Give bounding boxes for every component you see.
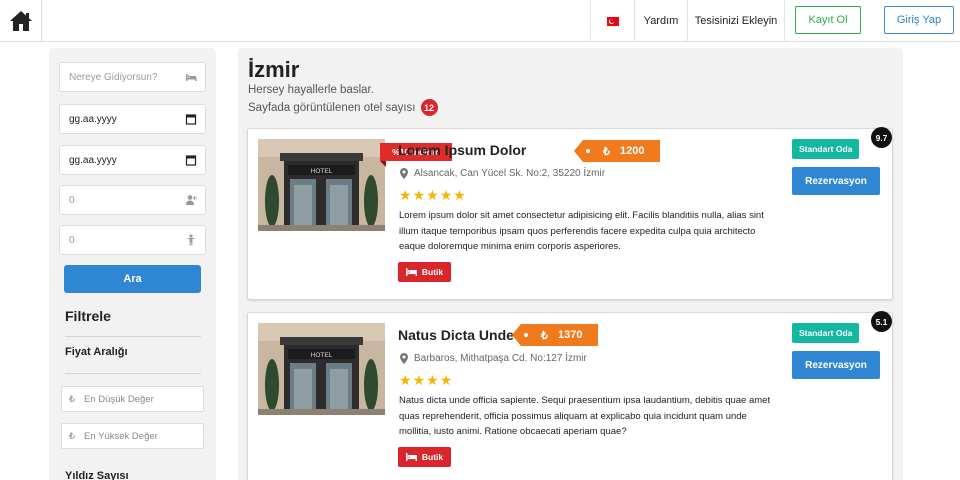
hotel-type-label: Butik — [421, 452, 444, 462]
destination-placeholder: Nereye Gidiyorsun? — [69, 71, 158, 83]
children-input[interactable]: 0 — [59, 225, 206, 255]
home-button[interactable] — [0, 0, 42, 42]
hotel-card[interactable]: HOTEL Natus Dicta Unde ₺ 1370 Barbaros, … — [247, 311, 893, 480]
bed-icon — [405, 453, 417, 461]
divider — [65, 373, 201, 374]
min-price-input[interactable]: ₺ En Düşük Değer — [61, 386, 204, 412]
children-value: 0 — [69, 234, 75, 246]
star-icon: ★ — [453, 187, 466, 203]
star-rating: ★ ★ ★ ★ ★ — [399, 188, 467, 202]
hotel-description: Lorem ipsum dolor sit amet consectetur a… — [399, 210, 764, 252]
max-price-input[interactable]: ₺ En Yüksek Değer — [61, 423, 204, 449]
hotel-description: Natus dicta unde officia sapiente. Sequi… — [399, 395, 771, 437]
turkey-flag-icon — [606, 16, 619, 26]
star-icon: ★ — [426, 372, 439, 388]
hotel-type-badge: Butik — [398, 262, 451, 282]
map-pin-icon — [400, 168, 408, 179]
score-badge: 5.1 — [871, 311, 892, 332]
star-rating: ★ ★ ★ ★ — [399, 373, 453, 387]
hotel-count-line: Sayfada görüntülenen otel sayısı 12 — [248, 99, 438, 116]
nav-add-property-link[interactable]: Tesisinizi Ekleyin — [687, 0, 784, 42]
adults-input[interactable]: 0 — [59, 185, 206, 215]
destination-input[interactable]: Nereye Gidiyorsun? — [59, 62, 206, 92]
price-range-title: Fiyat Aralığı — [65, 346, 128, 358]
lira-icon: ₺ — [541, 329, 548, 342]
bed-icon — [186, 74, 197, 81]
calendar-icon[interactable] — [185, 113, 197, 125]
page-title: İzmir — [248, 57, 300, 82]
hotel-image[interactable]: HOTEL — [258, 139, 385, 231]
star-icon: ★ — [412, 372, 426, 388]
language-selector[interactable] — [590, 0, 634, 42]
nav-help-link[interactable]: Yardım — [634, 0, 687, 42]
star-icon: ★ — [399, 187, 412, 203]
address-text: Barbaros, Mithatpaşa Cd. No:127 İzmir — [414, 353, 587, 364]
tag-dot — [524, 333, 528, 337]
map-pin-icon — [400, 353, 408, 364]
checkin-date-input[interactable]: gg.aa.yyyy — [59, 104, 206, 134]
child-icon — [187, 234, 195, 246]
hotel-type-badge: Butik — [398, 447, 451, 467]
reserve-button[interactable]: Rezervasyon — [792, 167, 880, 195]
star-icon: ★ — [426, 187, 439, 203]
hotel-name[interactable]: Natus Dicta Unde — [398, 327, 514, 343]
user-plus-icon — [186, 195, 197, 205]
hotel-count-badge: 12 — [420, 99, 438, 116]
tag-dot — [586, 149, 590, 153]
price-value: 1200 — [620, 145, 645, 157]
register-button[interactable]: Kayıt Ol — [795, 6, 861, 34]
lira-icon: ₺ — [69, 430, 76, 442]
home-icon — [9, 11, 32, 31]
search-button[interactable]: Ara — [64, 265, 201, 293]
max-price-placeholder: En Yüksek Değer — [84, 430, 158, 442]
reserve-button[interactable]: Rezervasyon — [792, 351, 880, 379]
bed-icon — [405, 268, 417, 276]
min-price-placeholder: En Düşük Değer — [84, 393, 154, 405]
lira-icon: ₺ — [69, 393, 76, 405]
hotel-card[interactable]: HOTEL %10 indirim Lorem Ipsum Dolor ₺ 12… — [247, 127, 893, 300]
room-type-badge: Standart Oda — [792, 323, 860, 343]
ribbon-fold — [380, 161, 386, 167]
adults-value: 0 — [69, 194, 75, 206]
hotel-sign: HOTEL — [311, 168, 333, 175]
hotel-sign: HOTEL — [311, 352, 333, 359]
hotel-image[interactable]: HOTEL — [258, 323, 385, 415]
hotel-name[interactable]: Lorem Ipsum Dolor — [398, 142, 526, 158]
star-icon: ★ — [399, 372, 412, 388]
star-icon: ★ — [439, 372, 453, 388]
star-icon: ★ — [439, 187, 453, 203]
price-value: 1370 — [558, 329, 583, 341]
score-badge: 9.7 — [871, 127, 892, 148]
search-sidebar: Nereye Gidiyorsun? gg.aa.yyyy gg.aa.yyyy… — [49, 48, 216, 480]
checkout-date-input[interactable]: gg.aa.yyyy — [59, 145, 206, 175]
filter-title: Filtrele — [65, 308, 111, 324]
room-type-badge: Standart Oda — [792, 139, 860, 159]
price-tag: ₺ 1370 — [511, 324, 599, 346]
address-text: Alsancak, Can Yücel Sk. No:2, 35220 İzmi… — [414, 168, 606, 179]
star-count-title: Yıldız Sayısı — [65, 470, 129, 480]
hotel-address: Barbaros, Mithatpaşa Cd. No:127 İzmir — [400, 353, 587, 364]
login-button[interactable]: Giriş Yap — [884, 6, 954, 34]
hotel-type-label: Butik — [421, 267, 444, 277]
price-tag: ₺ 1200 — [573, 140, 661, 162]
calendar-icon[interactable] — [185, 154, 197, 166]
hotel-count-label: Sayfada görüntülenen otel sayısı — [248, 101, 416, 114]
hotel-address: Alsancak, Can Yücel Sk. No:2, 35220 İzmi… — [400, 168, 605, 179]
top-navbar: Yardım Tesisinizi Ekleyin Kayıt Ol Giriş… — [0, 0, 960, 42]
lira-icon: ₺ — [603, 145, 610, 158]
checkin-value: gg.aa.yyyy — [69, 113, 117, 125]
divider — [65, 336, 201, 337]
page-subtitle: Hersey hayallerle baslar. — [248, 84, 374, 96]
checkout-value: gg.aa.yyyy — [69, 154, 117, 166]
results-panel: İzmir Hersey hayallerle baslar. Sayfada … — [238, 48, 903, 480]
star-icon: ★ — [412, 187, 426, 203]
